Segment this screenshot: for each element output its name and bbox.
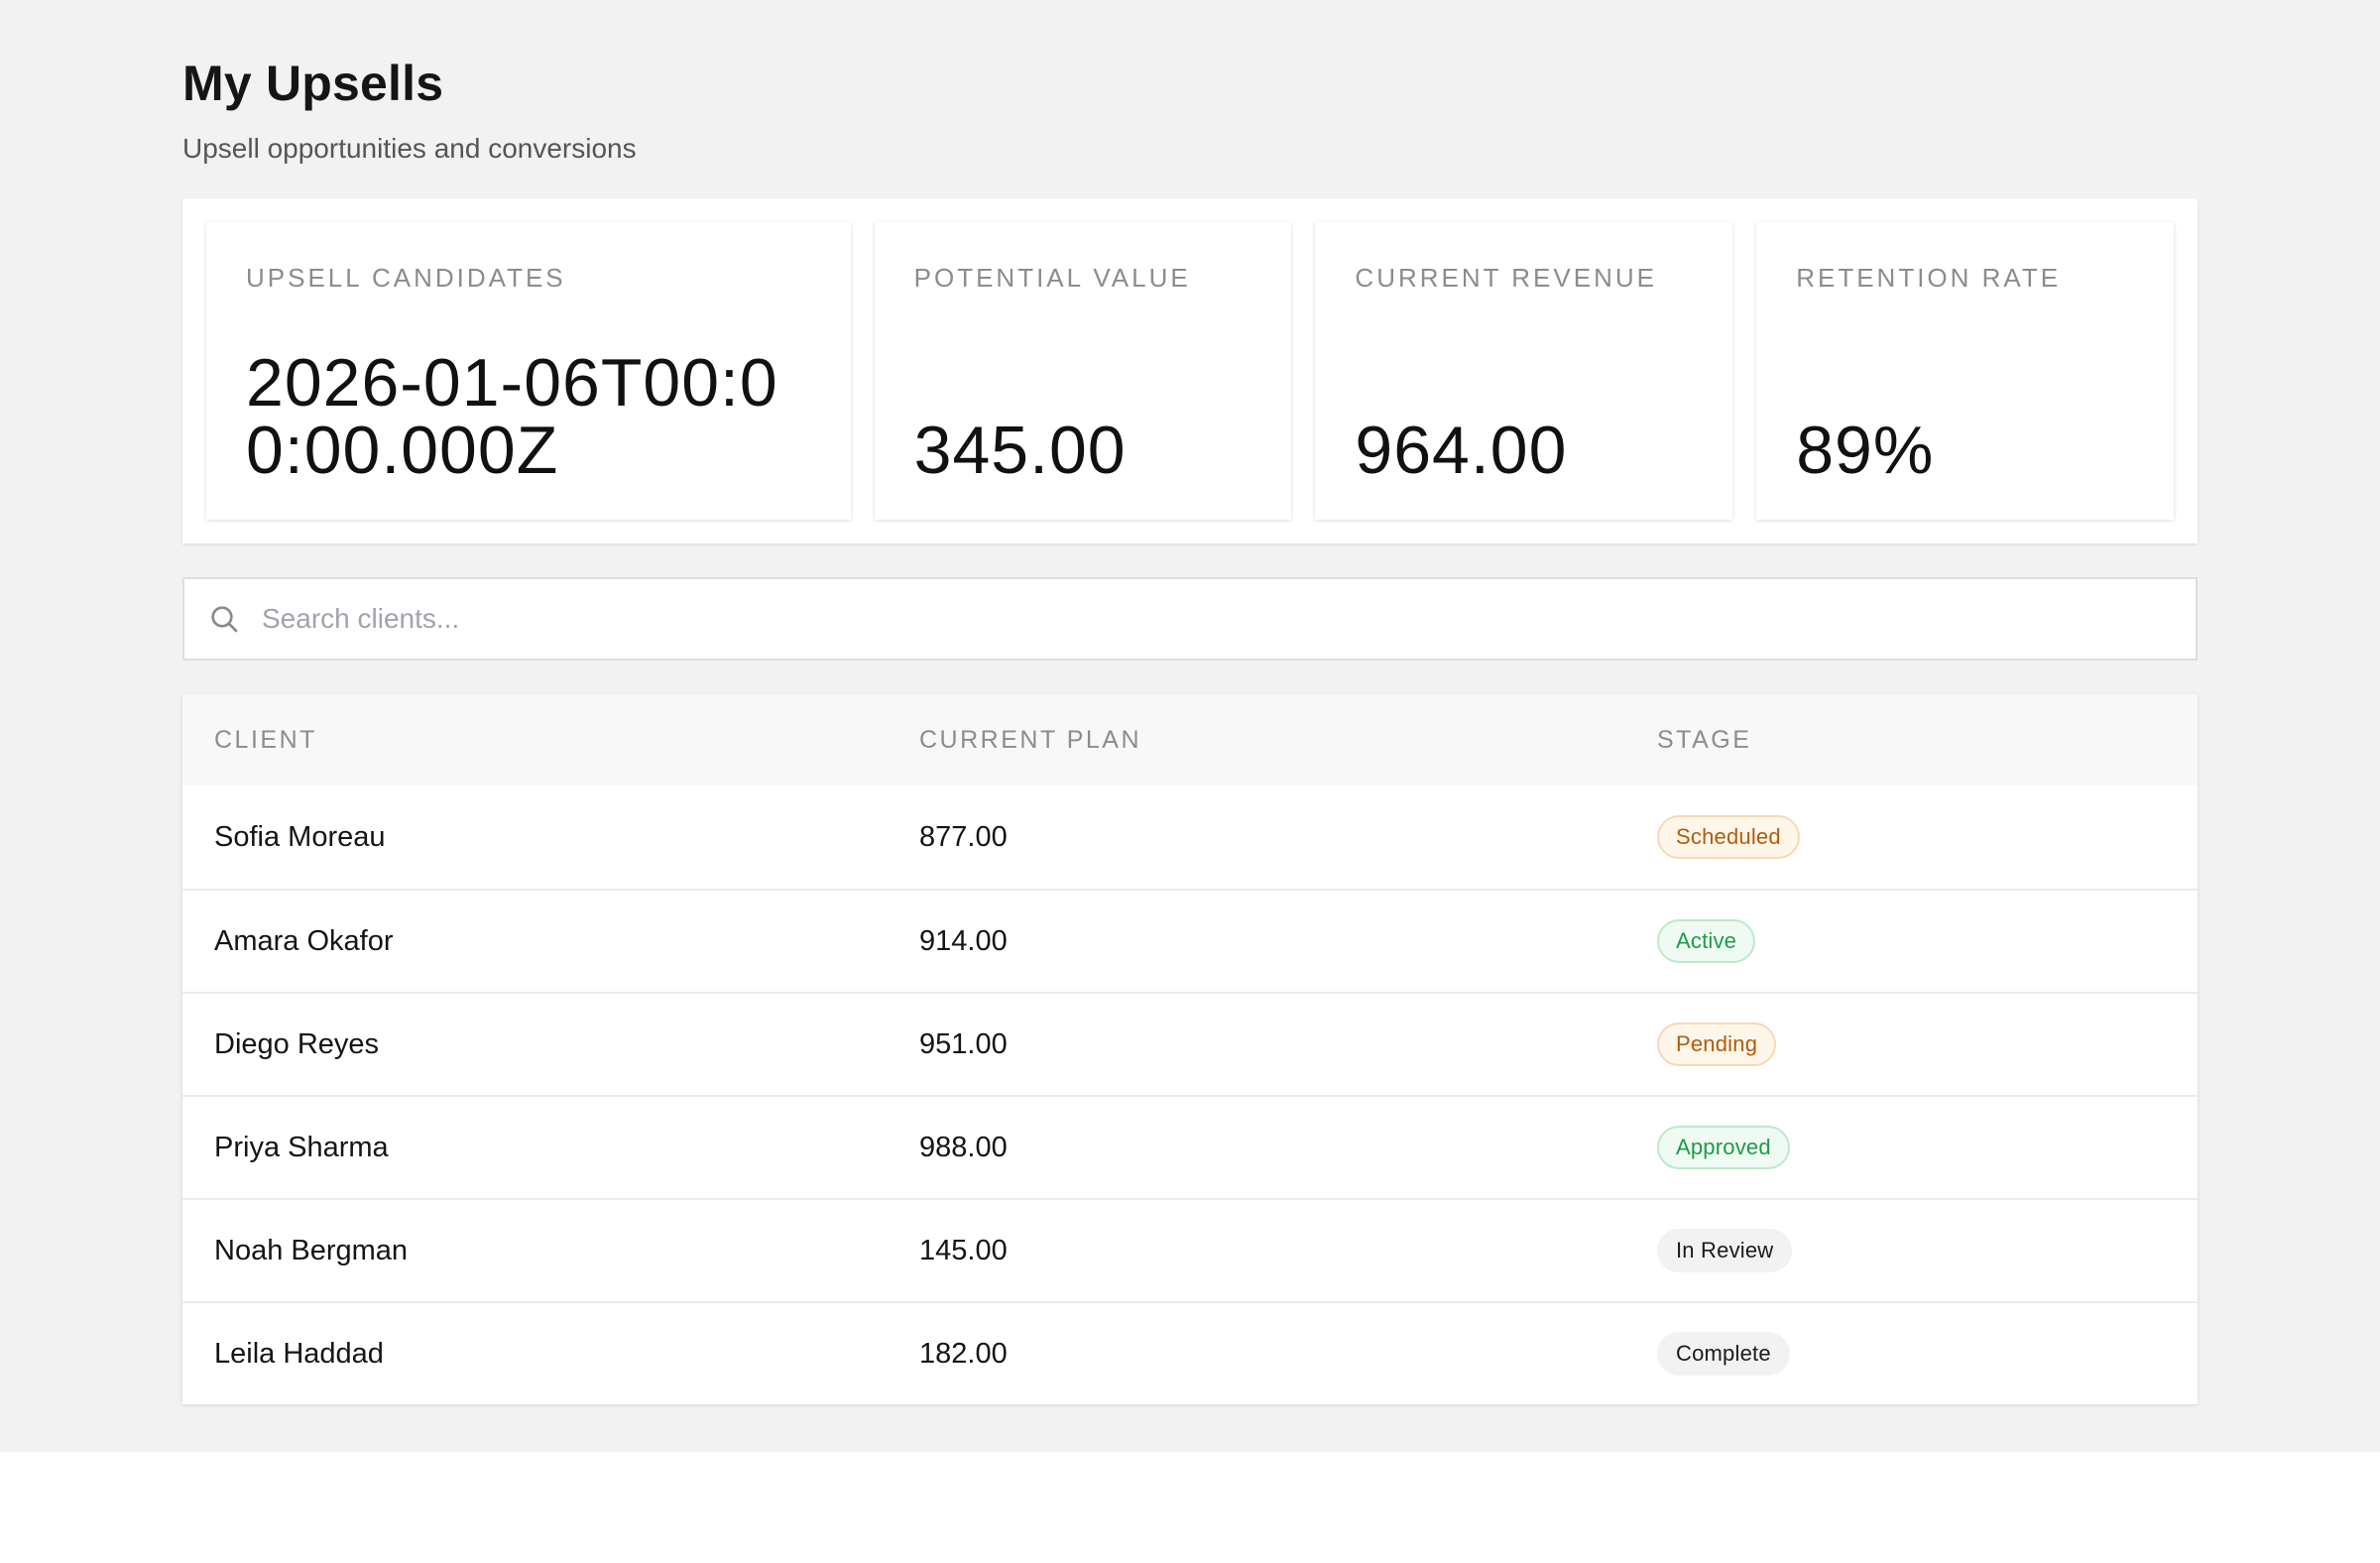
stage-badge: Active [1657, 919, 1756, 963]
stat-value: 89% [1796, 413, 1935, 488]
stat-card-retention-rate: RETENTION RATE 89% [1756, 222, 2174, 520]
current-plan: 988.00 [919, 1131, 1008, 1163]
stat-label: POTENTIAL VALUE [913, 263, 1191, 293]
search-icon [211, 606, 238, 633]
stats-panel: UPSELL CANDIDATES 2026-01-06T00:00:00.00… [182, 198, 2198, 543]
column-header-current-plan[interactable]: CURRENT PLAN [919, 726, 1657, 755]
stat-value: 345.00 [913, 413, 1127, 488]
stage-badge: Approved [1657, 1126, 1790, 1169]
table-row[interactable]: Noah Bergman 145.00 In Review [182, 1198, 2198, 1301]
page-title: My Upsells [182, 56, 444, 111]
client-name: Diego Reyes [214, 1027, 380, 1060]
stat-label: UPSELL CANDIDATES [246, 263, 566, 293]
stage-badge: Pending [1657, 1022, 1777, 1066]
stage-badge: Scheduled [1657, 815, 1800, 859]
stat-value: 2026-01-06T00:00:00.000Z [246, 345, 778, 488]
client-name: Sofia Moreau [214, 820, 386, 853]
current-plan: 145.00 [919, 1234, 1008, 1266]
stat-card-current-revenue: CURRENT REVENUE 964.00 [1315, 222, 1733, 520]
stat-label: CURRENT REVENUE [1355, 263, 1657, 293]
clients-table: CLIENT CURRENT PLAN STAGE Sofia Moreau 8… [182, 694, 2198, 1404]
page-subtitle: Upsell opportunities and conversions [182, 133, 637, 164]
main-content: My Upsells Upsell opportunities and conv… [182, 52, 2198, 1404]
current-plan: 877.00 [919, 820, 1008, 853]
current-plan: 914.00 [919, 924, 1008, 957]
current-plan: 182.00 [919, 1337, 1008, 1370]
stat-card-upsell-candidates: UPSELL CANDIDATES 2026-01-06T00:00:00.00… [206, 222, 851, 520]
table-row[interactable]: Amara Okafor 914.00 Active [182, 889, 2198, 992]
column-header-client[interactable]: CLIENT [214, 726, 919, 755]
client-name: Leila Haddad [214, 1337, 384, 1370]
table-header: CLIENT CURRENT PLAN STAGE [182, 694, 2198, 785]
search-box[interactable] [182, 577, 2198, 661]
search-input[interactable] [262, 603, 2146, 635]
client-name: Priya Sharma [214, 1131, 389, 1163]
stat-label: RETENTION RATE [1796, 263, 2062, 293]
table-body: Sofia Moreau 877.00 Scheduled Amara Okaf… [182, 785, 2198, 1404]
client-name: Amara Okafor [214, 924, 394, 957]
table-row[interactable]: Leila Haddad 182.00 Complete [182, 1301, 2198, 1404]
column-header-stage[interactable]: STAGE [1657, 726, 2198, 755]
stat-card-potential-value: POTENTIAL VALUE 345.00 [874, 222, 1292, 520]
client-name: Noah Bergman [214, 1234, 409, 1266]
current-plan: 951.00 [919, 1027, 1008, 1060]
table-row[interactable]: Sofia Moreau 877.00 Scheduled [182, 785, 2198, 889]
table-row[interactable]: Priya Sharma 988.00 Approved [182, 1095, 2198, 1198]
stage-badge: Complete [1657, 1332, 1790, 1376]
stat-value: 964.00 [1355, 413, 1568, 488]
stage-badge: In Review [1657, 1229, 1793, 1272]
table-row[interactable]: Diego Reyes 951.00 Pending [182, 992, 2198, 1095]
